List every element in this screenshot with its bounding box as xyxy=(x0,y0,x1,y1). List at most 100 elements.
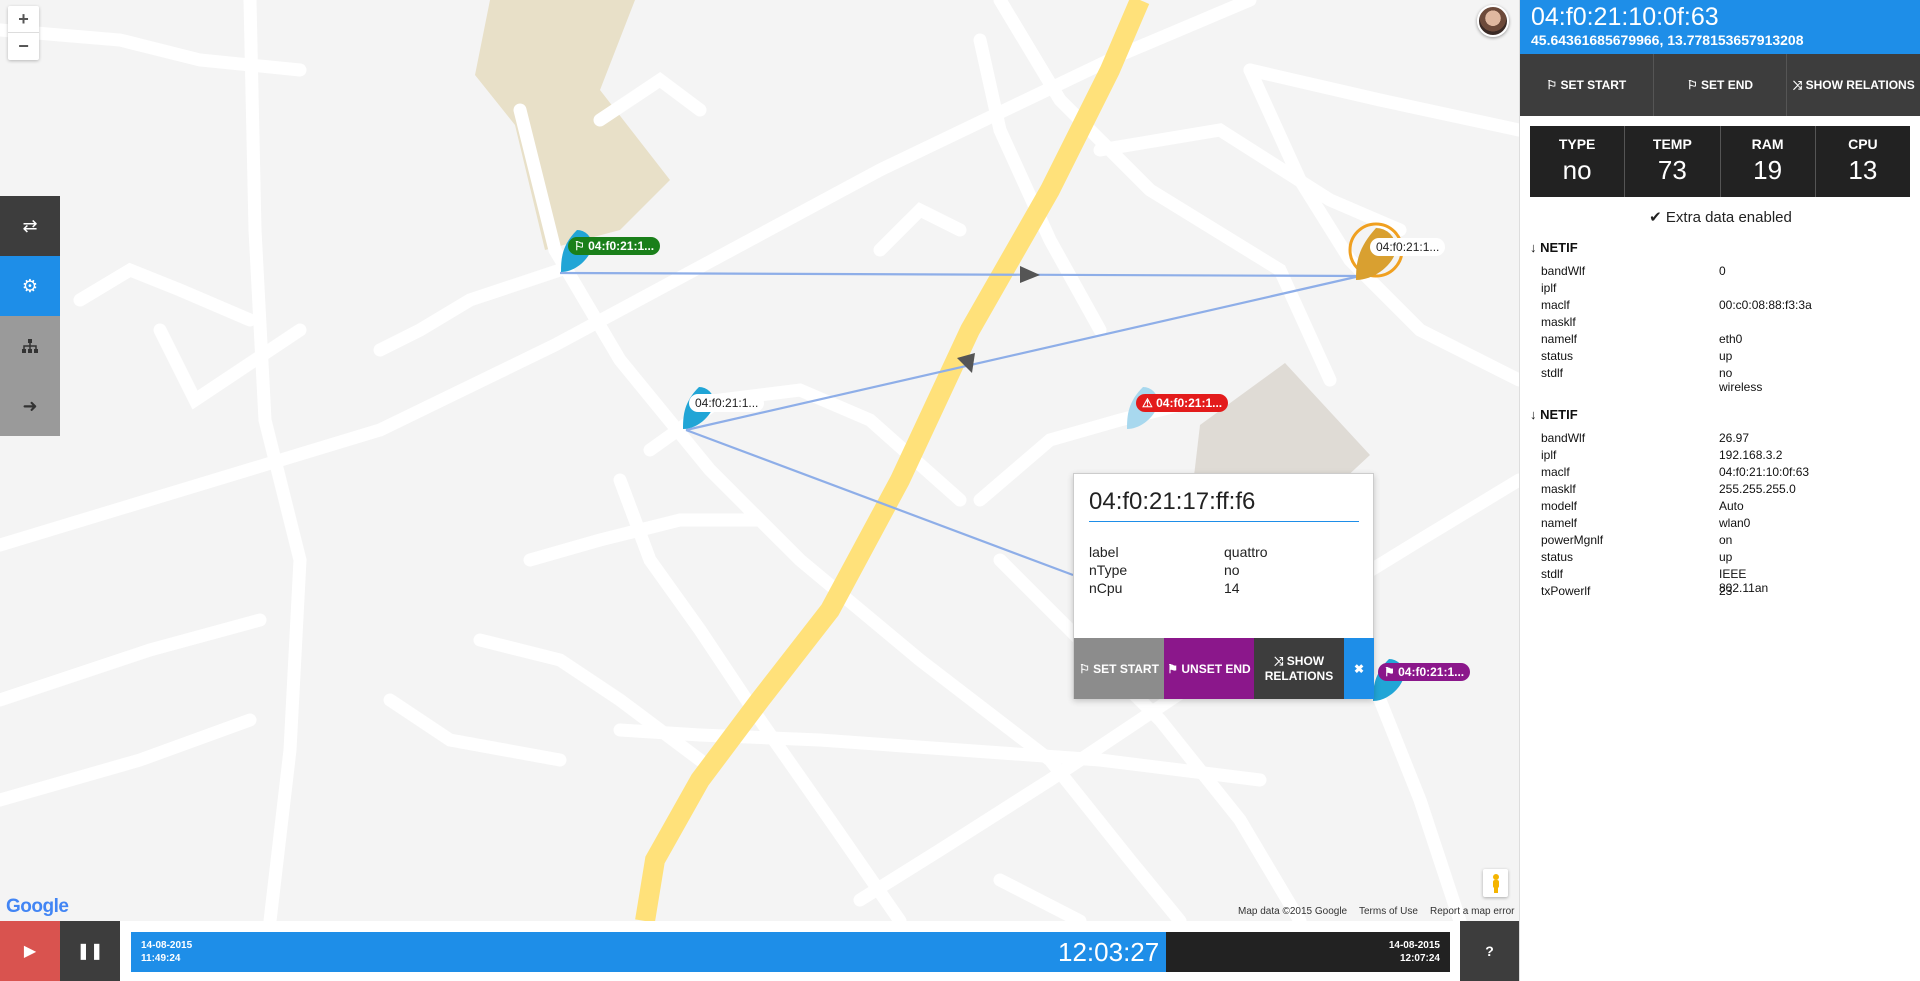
map-marker-green[interactable]: ⚐ 04:f0:21:1... xyxy=(560,228,661,279)
pegman-icon[interactable] xyxy=(1483,869,1508,897)
netif-key: iplf xyxy=(1541,448,1557,462)
netif-value: 0 xyxy=(1719,264,1726,278)
map-marker-blue[interactable]: 04:f0:21:1... xyxy=(682,385,765,436)
netif-key: bandWlf xyxy=(1541,264,1586,278)
netif-key: maclf xyxy=(1541,465,1570,479)
netif-row: status up xyxy=(1530,550,1732,567)
netif-header[interactable]: ↓ NETIF xyxy=(1530,407,1578,422)
timeline-slider[interactable]: 14-08-2015 11:49:24 12:03:27 14-08-2015 12… xyxy=(131,932,1450,972)
swap-icon[interactable]: ⇄ xyxy=(0,196,60,256)
netif-row: txPowerlf 23 xyxy=(1530,584,1732,601)
stat-type: TYPE no xyxy=(1530,126,1626,197)
flag-icon: ⚐ xyxy=(574,239,585,253)
netif-section: ↓ NETIF bandWlf 26.97 iplf 192.168.3.2 maclf… xyxy=(1530,407,1809,601)
netif-row: status up xyxy=(1530,349,1732,366)
marker-label: 04:f0:21:1... xyxy=(695,396,759,410)
set-start-button[interactable]: ⚐ SET START xyxy=(1520,54,1654,116)
netif-key: maclf xyxy=(1541,298,1570,312)
stat-ram: RAM 19 xyxy=(1721,126,1816,197)
timeline-progress xyxy=(131,932,1166,972)
netif-key: stdlf xyxy=(1541,567,1564,581)
netif-key: iplf xyxy=(1541,281,1557,295)
netif-value: 192.168.3.2 xyxy=(1719,448,1783,462)
netif-key: status xyxy=(1541,550,1574,564)
netif-key: namelf xyxy=(1541,516,1578,530)
popup-title: 04:f0:21:17:ff:f6 xyxy=(1089,488,1359,522)
gear-icon[interactable]: ⚙ xyxy=(0,256,60,316)
warning-icon: ⚠ xyxy=(1142,396,1153,410)
map-roads xyxy=(0,0,1519,921)
node-coordinates: 45.64361685679966, 13.778153657913208 xyxy=(1531,32,1804,48)
netif-value: 23 xyxy=(1719,584,1733,598)
netif-row: maclf 00:c0:08:88:f3:3a xyxy=(1530,298,1812,315)
netif-key: powerMgnlf xyxy=(1541,533,1604,547)
netif-row: bandWlf 26.97 xyxy=(1530,431,1749,448)
map-marker-orange[interactable]: 04:f0:21:1... xyxy=(1348,222,1446,289)
popup-row: nType no xyxy=(1089,562,1240,578)
netif-value: 04:f0:21:10:0f:63 xyxy=(1719,465,1810,479)
start-timestamp: 14-08-2015 11:49:24 xyxy=(141,940,193,964)
node-details-panel: 04:f0:21:10:0f:63 45.64361685679966, 13.… xyxy=(1519,0,1920,981)
left-toolbar: ⇄ ⚙ ➜ xyxy=(0,196,60,436)
netif-row: modelf Auto xyxy=(1530,499,1744,516)
netif-value: up xyxy=(1719,349,1733,363)
current-time: 12:03:27 xyxy=(1058,937,1160,967)
netif-section: ↓ NETIF bandWlf 0 iplf maclf 00:c0:08:88:f3:… xyxy=(1530,240,1812,394)
end-timestamp: 14-08-2015 12:07:24 xyxy=(1388,940,1440,964)
netif-row: bandWlf 0 xyxy=(1530,264,1726,281)
popup-row: label quattro xyxy=(1089,544,1268,560)
netif-key: namelf xyxy=(1541,332,1578,346)
netif-key: modelf xyxy=(1541,499,1578,513)
netif-key: status xyxy=(1541,349,1574,363)
popup-unset-end-button[interactable]: ⚑ UNSET END xyxy=(1164,638,1254,699)
netif-row: maclf 04:f0:21:10:0f:63 xyxy=(1530,465,1809,482)
map-data-attribution: Map data ©2015 Google xyxy=(1238,906,1348,917)
netif-row: namelf wlan0 xyxy=(1530,516,1750,533)
close-icon[interactable]: ✖ xyxy=(1344,638,1374,699)
stats-strip: TYPE no TEMP 73 RAM 19 CPU 13 xyxy=(1530,126,1910,197)
user-avatar[interactable] xyxy=(1477,5,1509,37)
netif-row: stdlf no wireless xyxy=(1530,366,1762,394)
show-relations-button[interactable]: ⤨ SHOW RELATIONS xyxy=(1787,54,1920,116)
map-view[interactable]: + − ⇄ ⚙ ➜ ⚐ 04:f0:21:1... 04:f0:21:1... … xyxy=(0,0,1519,921)
netif-key: masklf xyxy=(1541,482,1576,496)
marker-label: 04:f0:21:1... xyxy=(588,239,655,253)
flag-icon: ⚑ xyxy=(1384,665,1395,679)
map-marker-red[interactable]: ⚠ 04:f0:21:1... xyxy=(1126,385,1229,436)
back-arrow-icon[interactable]: ➜ xyxy=(0,376,60,436)
play-button[interactable]: ▶ xyxy=(0,921,60,981)
netif-value: no wireless xyxy=(1719,366,1763,394)
help-button[interactable]: ? xyxy=(1460,921,1519,981)
netif-key: bandWlf xyxy=(1541,431,1586,445)
netif-value: eth0 xyxy=(1719,332,1743,346)
zoom-out-button[interactable]: − xyxy=(8,33,39,60)
netif-key: txPowerlf xyxy=(1541,584,1591,598)
node-popup: 04:f0:21:17:ff:f6 label quattro nType no n… xyxy=(1073,473,1374,699)
netif-row: masklf 255.255.255.0 xyxy=(1530,482,1796,499)
node-title: 04:f0:21:10:0f:63 xyxy=(1531,3,1719,31)
marker-label: 04:f0:21:1... xyxy=(1376,240,1440,254)
extra-data-status: ✔ Extra data enabled xyxy=(1649,209,1792,226)
report-error-link[interactable]: Report a map error xyxy=(1430,906,1514,917)
netif-row: powerMgnlf on xyxy=(1530,533,1732,550)
marker-label: 04:f0:21:1... xyxy=(1156,396,1223,410)
netif-key: masklf xyxy=(1541,315,1576,329)
panel-actions: ⚐ SET START ⚐ SET END ⤨ SHOW RELATIONS xyxy=(1520,54,1920,116)
terms-link[interactable]: Terms of Use xyxy=(1359,906,1418,917)
zoom-in-button[interactable]: + xyxy=(8,6,39,33)
stat-cpu: CPU 13 xyxy=(1848,136,1878,185)
sitemap-icon[interactable] xyxy=(0,316,60,376)
netif-row: namelf eth0 xyxy=(1530,332,1742,349)
netif-row: iplf 192.168.3.2 xyxy=(1530,448,1782,465)
popup-row: nCpu 14 xyxy=(1089,580,1240,596)
pause-button[interactable]: ❚❚ xyxy=(60,921,120,981)
netif-value: up xyxy=(1719,550,1733,564)
map-marker-purple[interactable]: ⚑ 04:f0:21:1... xyxy=(1372,657,1471,708)
netif-header[interactable]: ↓ NETIF xyxy=(1530,240,1578,255)
playback-bar: ▶ ❚❚ 14-08-2015 11:49:24 12:03:27 14-08-2… xyxy=(0,921,1519,981)
set-end-button[interactable]: ⚐ SET END xyxy=(1654,54,1788,116)
netif-key: stdlf xyxy=(1541,366,1564,380)
popup-set-start-button[interactable]: ⚐ SET START xyxy=(1074,638,1164,699)
google-logo: Google xyxy=(6,896,69,917)
popup-show-relations-button[interactable]: ⤨ SHOW RELATIONS xyxy=(1254,638,1344,699)
